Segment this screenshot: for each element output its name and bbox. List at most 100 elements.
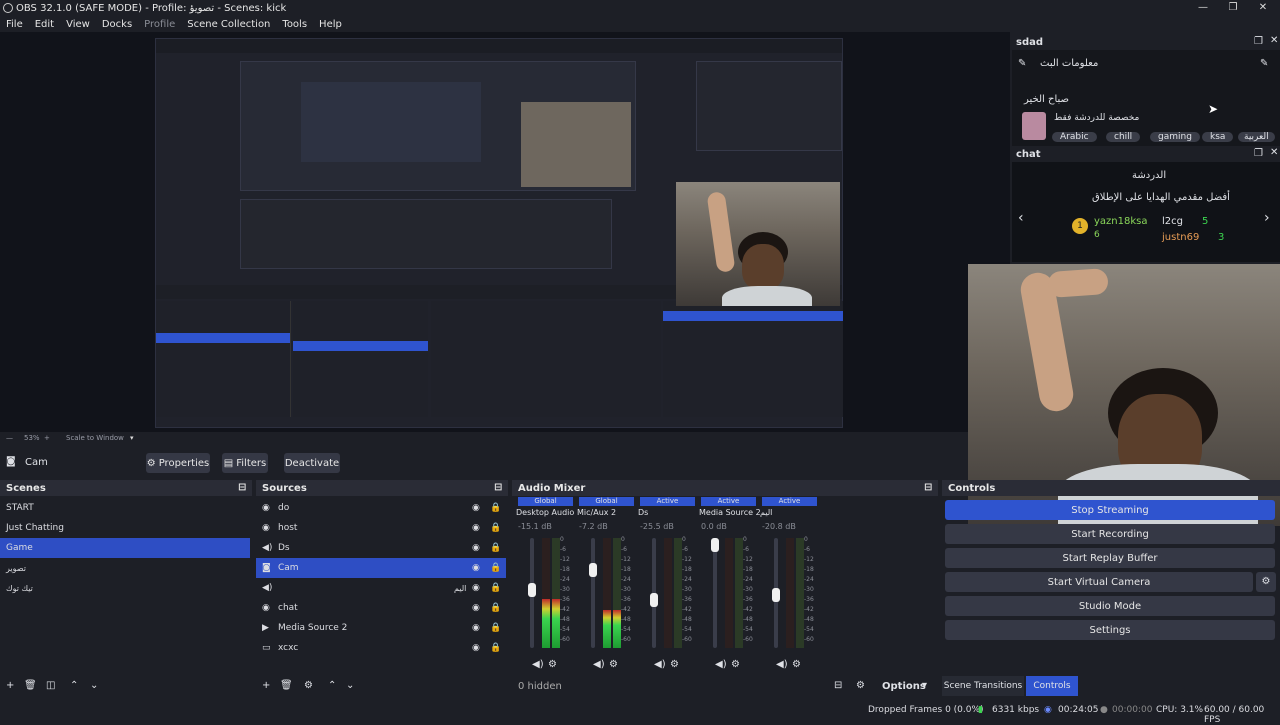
menu-help[interactable]: Help	[313, 19, 348, 30]
chevron-left-icon[interactable]: ‹	[1018, 210, 1024, 226]
tab-scene-transitions[interactable]: Scene Transitions	[942, 676, 1024, 696]
volume-slider[interactable]	[591, 538, 595, 648]
move-up-icon[interactable]: ⌃	[328, 680, 336, 691]
lock-icon[interactable]: 🔒	[490, 543, 501, 553]
edit-icon[interactable]: ✎	[1260, 58, 1268, 69]
eye-icon[interactable]: ◉	[472, 643, 480, 653]
chevron-down-icon[interactable]: ▾	[922, 680, 927, 691]
speaker-icon[interactable]: ◀)	[593, 659, 605, 670]
options-button[interactable]: Options	[882, 681, 926, 692]
add-source-icon[interactable]: +	[262, 680, 270, 691]
gear-icon[interactable]: ⚙	[792, 659, 801, 670]
dock-menu-icon[interactable]: ⊟	[494, 482, 502, 493]
eye-icon[interactable]: ◉	[472, 543, 480, 553]
source-row-host[interactable]: ◉ host ◉ 🔒	[256, 518, 508, 538]
eye-icon[interactable]: ◉	[472, 563, 480, 573]
dock-menu-icon[interactable]: ⊟	[238, 482, 246, 493]
menu-profile[interactable]: Profile	[138, 19, 181, 30]
gear-icon[interactable]: ⚙	[1256, 572, 1276, 592]
speaker-icon[interactable]: ◀)	[715, 659, 727, 670]
dock-menu-icon[interactable]: ⊟	[924, 482, 932, 493]
source-row-rtl[interactable]: ◀) اليم ◉ 🔒	[256, 578, 508, 598]
start-replay-buffer-button[interactable]: Start Replay Buffer	[945, 548, 1275, 568]
scale-mode[interactable]: Scale to Window	[66, 434, 124, 442]
float-dock-icon[interactable]: ❐	[1254, 148, 1263, 159]
eye-icon[interactable]: ◉	[472, 503, 480, 513]
source-row-ds[interactable]: ◀) Ds ◉ 🔒	[256, 538, 508, 558]
volume-knob[interactable]	[772, 588, 780, 602]
move-down-icon[interactable]: ⌄	[346, 680, 354, 691]
gear-icon[interactable]: ⚙	[670, 659, 679, 670]
move-up-icon[interactable]: ⌃	[70, 680, 78, 691]
advanced-audio-icon[interactable]: ⚙	[856, 680, 865, 691]
volume-slider[interactable]	[713, 538, 717, 648]
speaker-icon[interactable]: ◀)	[776, 659, 788, 670]
menu-scene-collection[interactable]: Scene Collection	[181, 19, 276, 30]
menu-docks[interactable]: Docks	[96, 19, 138, 30]
move-down-icon[interactable]: ⌄	[90, 680, 98, 691]
menu-tools[interactable]: Tools	[276, 19, 313, 30]
lock-icon[interactable]: 🔒	[490, 583, 501, 593]
lock-icon[interactable]: 🔒	[490, 523, 501, 533]
zoom-out-icon[interactable]: —	[6, 434, 13, 442]
stop-streaming-button[interactable]: Stop Streaming	[945, 500, 1275, 520]
eye-icon[interactable]: ◉	[472, 623, 480, 633]
scene-item-start[interactable]: START	[0, 498, 252, 518]
preview-canvas[interactable]	[0, 32, 1280, 526]
filters-button[interactable]: ▤ Filters	[222, 453, 268, 473]
tab-controls[interactable]: Controls	[1026, 676, 1078, 696]
source-row-xcxc[interactable]: ▭ xcxc ◉ 🔒	[256, 638, 508, 658]
lock-icon[interactable]: 🔒	[490, 643, 501, 653]
close-dock-icon[interactable]: ✕	[1270, 35, 1278, 46]
lock-icon[interactable]: 🔒	[490, 503, 501, 513]
scene-item-5[interactable]: تيك توك	[0, 578, 252, 598]
zoom-in-icon[interactable]: +	[44, 434, 50, 442]
settings-button[interactable]: Settings	[945, 620, 1275, 640]
gear-icon[interactable]: ⚙	[731, 659, 740, 670]
properties-button[interactable]: ⚙ Properties	[146, 453, 210, 473]
speaker-icon[interactable]: ◀)	[532, 659, 544, 670]
source-row-media[interactable]: ▶ Media Source 2 ◉ 🔒	[256, 618, 508, 638]
close-button[interactable]: ✕	[1248, 0, 1278, 16]
volume-knob[interactable]	[711, 538, 719, 552]
channel-name[interactable]: اليم	[760, 508, 772, 517]
menu-view[interactable]: View	[60, 19, 96, 30]
speaker-icon[interactable]: ◀)	[654, 659, 666, 670]
scene-item-4[interactable]: تصوير	[0, 558, 252, 578]
float-dock-icon[interactable]: ❐	[1254, 36, 1263, 47]
volume-knob[interactable]	[650, 593, 658, 607]
gear-icon[interactable]: ⚙	[609, 659, 618, 670]
chevron-down-icon[interactable]: ▾	[130, 434, 134, 442]
start-virtual-camera-button[interactable]: Start Virtual Camera	[945, 572, 1253, 592]
remove-source-icon[interactable]: 🗑	[280, 680, 293, 691]
eye-icon[interactable]: ◉	[472, 603, 480, 613]
scene-item-just-chatting[interactable]: Just Chatting	[0, 518, 252, 538]
channel-name[interactable]: Media Source 2	[699, 508, 761, 517]
channel-name[interactable]: Mic/Aux 2	[577, 508, 616, 517]
source-row-cam[interactable]: ◙ Cam ◉ 🔒	[256, 558, 506, 578]
menu-edit[interactable]: Edit	[29, 19, 60, 30]
eye-icon[interactable]: ◉	[472, 523, 480, 533]
lock-icon[interactable]: 🔒	[490, 563, 501, 573]
menu-file[interactable]: File	[0, 19, 29, 30]
layout-icon[interactable]: ⊟	[834, 680, 842, 691]
eye-icon[interactable]: ◉	[472, 583, 480, 593]
remove-scene-icon[interactable]: 🗑	[24, 680, 37, 691]
lock-icon[interactable]: 🔒	[490, 603, 501, 613]
maximize-button[interactable]: ❐	[1218, 0, 1248, 16]
volume-knob[interactable]	[528, 583, 536, 597]
lock-icon[interactable]: 🔒	[490, 623, 501, 633]
channel-name[interactable]: Ds	[638, 508, 648, 517]
add-scene-icon[interactable]: +	[6, 680, 14, 691]
deactivate-button[interactable]: Deactivate	[284, 453, 340, 473]
start-recording-button[interactable]: Start Recording	[945, 524, 1275, 544]
source-row-chat[interactable]: ◉ chat ◉ 🔒	[256, 598, 508, 618]
gear-icon[interactable]: ⚙	[304, 680, 313, 691]
volume-knob[interactable]	[589, 563, 597, 577]
scene-item-game[interactable]: Game	[0, 538, 250, 558]
channel-name[interactable]: Desktop Audio	[516, 508, 574, 517]
chevron-right-icon[interactable]: ›	[1264, 210, 1270, 226]
minimize-button[interactable]: —	[1188, 0, 1218, 16]
source-row-do[interactable]: ◉ do ◉ 🔒	[256, 498, 508, 518]
studio-mode-button[interactable]: Studio Mode	[945, 596, 1275, 616]
